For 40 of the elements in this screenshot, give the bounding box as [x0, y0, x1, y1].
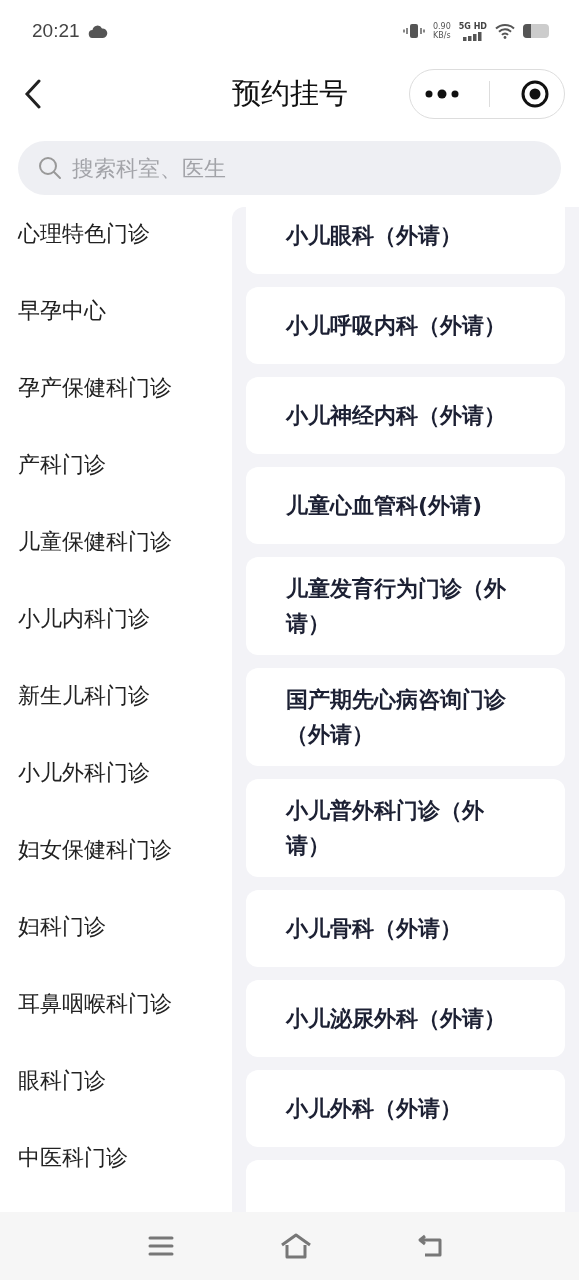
status-time: 20:21 [32, 20, 80, 42]
clinic-card[interactable]: 小儿骨科（外请） [246, 890, 565, 967]
department-item[interactable]: 心理特色门诊 [0, 207, 232, 272]
more-icon[interactable] [425, 89, 460, 99]
department-item[interactable]: 儿童保健科门诊 [0, 503, 232, 580]
home-icon[interactable] [279, 1233, 312, 1259]
page-title: 预约挂号 [231, 75, 348, 112]
speed-unit: KB/s [433, 31, 451, 40]
signal-icon [462, 31, 483, 41]
wifi-icon [495, 23, 515, 39]
clinic-card[interactable]: 小儿普外科门诊（外请） [246, 779, 565, 877]
speed-value: 0.90 [432, 22, 451, 31]
clinic-card[interactable]: 儿童心血管科(外请) [246, 467, 565, 544]
menu-icon[interactable] [148, 1235, 174, 1257]
department-item[interactable]: 中医科门诊 [0, 1119, 232, 1196]
department-item[interactable]: 妇女保健科门诊 [0, 811, 232, 888]
department-item[interactable]: 眼科门诊 [0, 1042, 232, 1119]
department-item[interactable]: 耳鼻咽喉科门诊 [0, 965, 232, 1042]
close-target-icon[interactable] [520, 80, 549, 108]
cloud-icon [87, 24, 108, 38]
department-item[interactable]: 孕产保健科门诊 [0, 349, 232, 426]
search-field[interactable]: 搜索科室、医生 [18, 141, 561, 195]
network-label: 5G HD [458, 21, 487, 31]
department-item[interactable]: 早孕中心 [0, 272, 232, 349]
vibrate-icon [402, 23, 425, 39]
department-item[interactable]: 新生儿科门诊 [0, 657, 232, 734]
clinic-card[interactable]: 国产期先心病咨询门诊（外请） [246, 668, 565, 766]
clinic-card[interactable]: 小儿呼吸内科（外请） [246, 287, 565, 364]
clinic-card[interactable]: 小儿外科（外请） [246, 1070, 565, 1147]
department-item[interactable]: 小儿内科门诊 [0, 580, 232, 657]
department-item[interactable]: 妇科门诊 [0, 888, 232, 965]
clinic-card[interactable]: 小儿泌尿外科（外请） [246, 980, 565, 1057]
department-item[interactable]: 产科门诊 [0, 426, 232, 503]
back-nav-icon[interactable] [417, 1234, 445, 1258]
clinic-card[interactable]: 小儿眼科（外请） [246, 207, 565, 274]
back-icon[interactable] [24, 79, 42, 109]
department-item[interactable]: 小儿外科门诊 [0, 734, 232, 811]
battery-icon [523, 24, 549, 38]
clinic-card[interactable]: 小儿神经内科（外请） [246, 377, 565, 454]
clinic-card[interactable]: 儿童发育行为门诊（外请） [246, 557, 565, 655]
